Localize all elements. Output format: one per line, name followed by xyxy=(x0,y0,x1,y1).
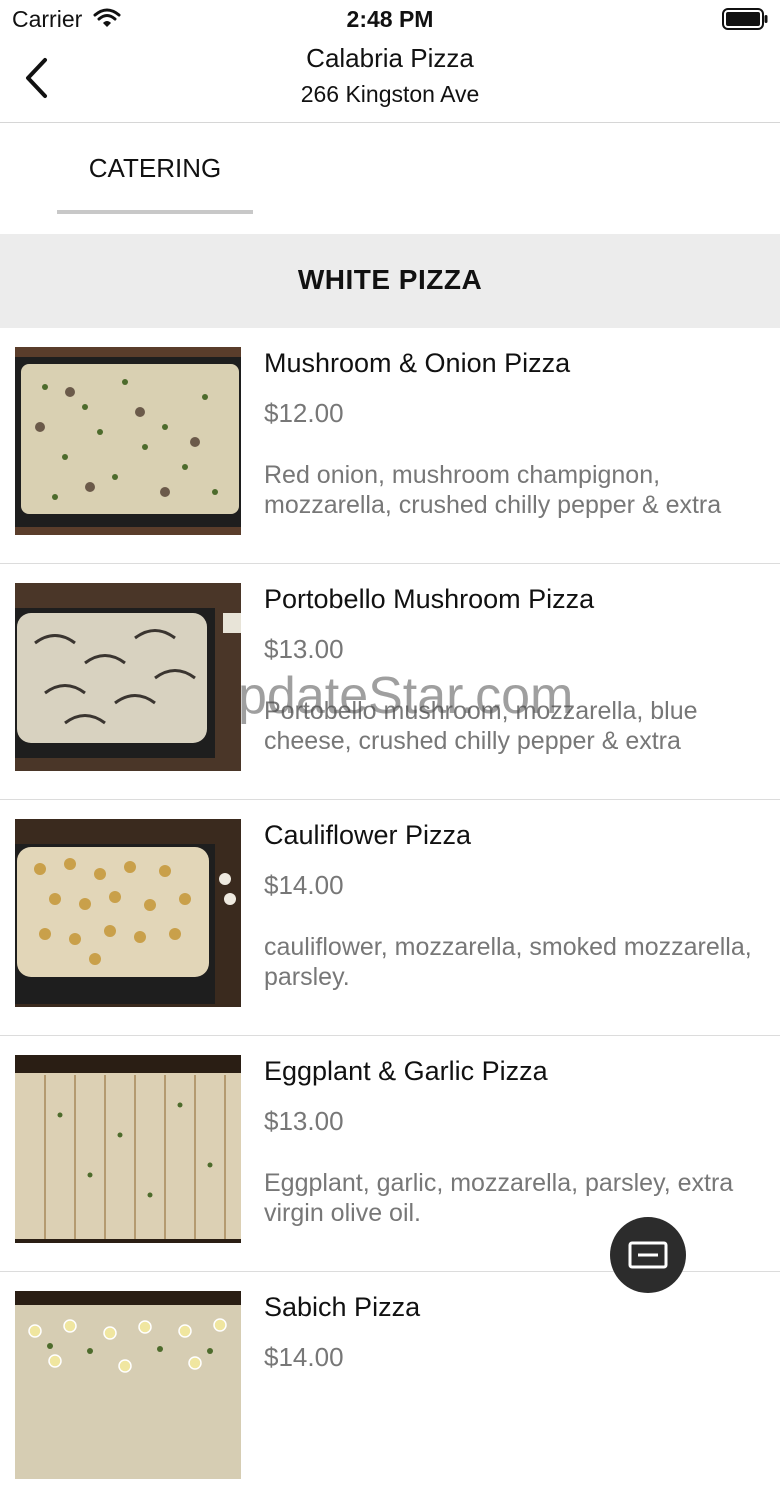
menu-item[interactable]: Mushroom & Onion Pizza $12.00 Red onion,… xyxy=(0,328,780,564)
restaurant-address: 266 Kingston Ave xyxy=(300,81,480,107)
menu-item[interactable]: Portobello Mushroom Pizza $13.00 Portobe… xyxy=(0,564,780,800)
status-time: 2:48 PM xyxy=(346,6,434,32)
pizza-image xyxy=(15,819,241,1007)
pizza-image xyxy=(15,1291,241,1479)
item-price: $14.00 xyxy=(264,1342,344,1372)
section-title: WHITE PIZZA xyxy=(297,264,483,295)
pizza-image xyxy=(15,583,241,771)
item-description: Red onion, mushroom champignon, mozzarel… xyxy=(264,461,722,519)
minimize-button[interactable] xyxy=(610,1217,686,1293)
menu-list: Mushroom & Onion Pizza $12.00 Red onion,… xyxy=(0,328,780,1507)
tab-active-indicator xyxy=(57,210,253,214)
section-header: WHITE PIZZA xyxy=(0,234,780,328)
battery-icon xyxy=(722,8,768,30)
pizza-image xyxy=(15,1055,241,1243)
item-name: Sabich Pizza xyxy=(264,1292,421,1322)
item-name: Portobello Mushroom Pizza xyxy=(264,584,595,614)
item-description: Eggplant, garlic, mozzarella, parsley, e… xyxy=(264,1169,734,1227)
menu-tabs: CATERING xyxy=(0,123,780,234)
item-name: Mushroom & Onion Pizza xyxy=(264,348,571,378)
item-price: $14.00 xyxy=(264,870,344,900)
item-name: Eggplant & Garlic Pizza xyxy=(264,1056,548,1086)
item-name: Cauliflower Pizza xyxy=(264,820,472,850)
menu-item[interactable]: Sabich Pizza $14.00 xyxy=(0,1272,780,1507)
restaurant-name: Calabria Pizza xyxy=(306,43,474,73)
item-price: $12.00 xyxy=(264,398,344,428)
status-bar: Carrier 2:48 PM xyxy=(0,0,780,40)
item-price: $13.00 xyxy=(264,1106,344,1136)
pizza-image xyxy=(15,347,241,535)
navigation-bar: Calabria Pizza 266 Kingston Ave xyxy=(0,40,780,123)
minimize-icon xyxy=(628,1241,668,1269)
tab-label: CATERING xyxy=(88,153,222,183)
tab-catering[interactable]: CATERING xyxy=(57,123,253,215)
menu-item[interactable]: Cauliflower Pizza $14.00 cauliflower, mo… xyxy=(0,800,780,1036)
item-price: $13.00 xyxy=(264,634,344,664)
item-description: Portobello mushroom, mozzarella, blue ch… xyxy=(264,697,698,755)
item-description: cauliflower, mozzarella, smoked mozzarel… xyxy=(264,933,752,991)
